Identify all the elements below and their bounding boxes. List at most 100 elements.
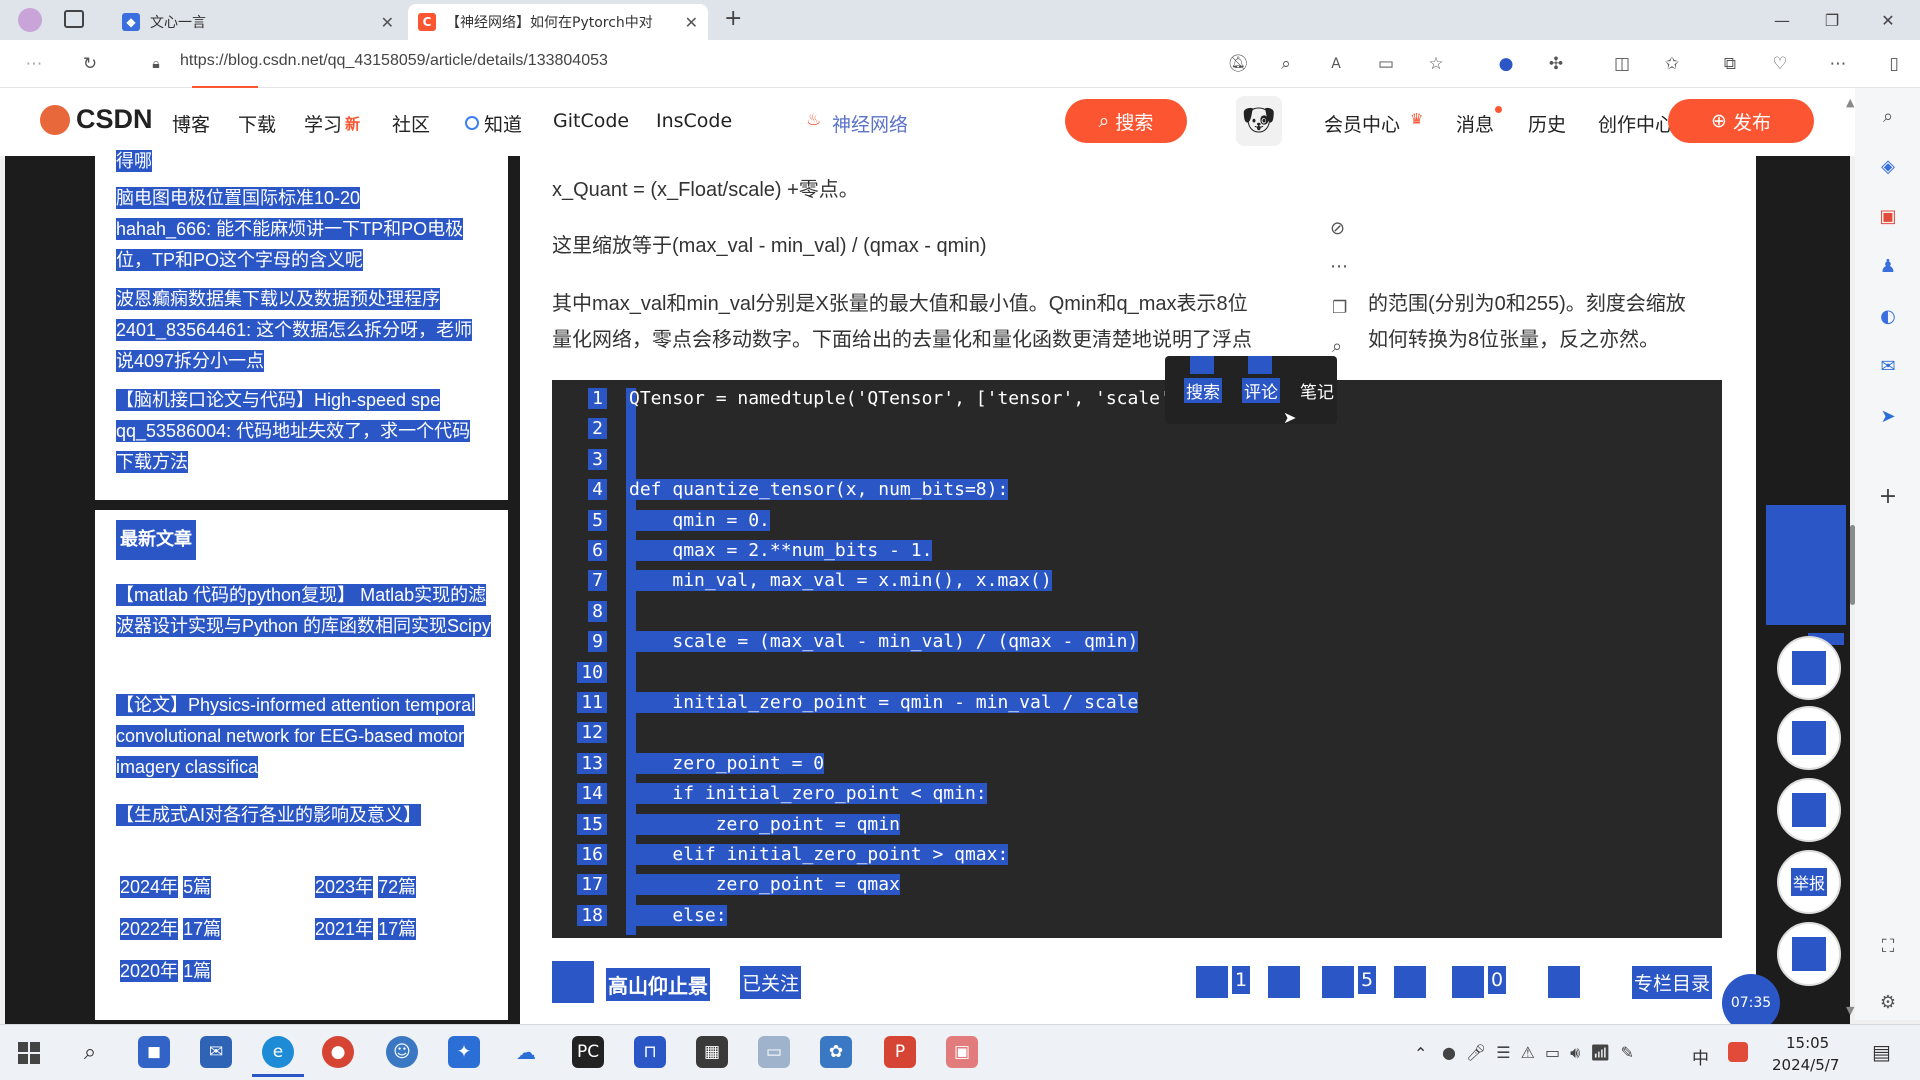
latest-article-link[interactable]: 【生成式AI对各行各业的影响及意义】 — [116, 800, 500, 831]
ime-indicator[interactable]: 中 — [1692, 1044, 1709, 1069]
edge-settings-icon[interactable]: ⚙ — [1876, 990, 1900, 1014]
app3-icon[interactable]: ✿ — [820, 1036, 852, 1068]
tab-wenxin[interactable]: ◆ 文心一言 ✕ — [112, 4, 404, 40]
hot-search-text[interactable]: 神经网络 — [832, 110, 908, 137]
favorite-icon[interactable]: ☆ — [1420, 48, 1452, 80]
close-icon[interactable]: ✕ — [381, 13, 394, 32]
sidebar-toggle-icon[interactable]: ▯ — [1878, 48, 1910, 80]
edge-add-icon[interactable]: + — [1876, 484, 1900, 509]
tray-chevron-icon[interactable]: ⌃ — [1414, 1044, 1427, 1063]
back-icon[interactable]: ⋯ — [18, 48, 50, 80]
hide-icon[interactable]: ⊘ — [1330, 218, 1345, 239]
mute-icon[interactable]: 🔕︎ — [1222, 48, 1254, 80]
puzzle-icon[interactable]: ✣ — [1540, 48, 1572, 80]
tab-csdn-article[interactable]: C 【神经网络】如何在Pytorch中对 ✕ — [408, 4, 708, 40]
latest-article-title[interactable]: 【论文】Physics-informed attention temporal … — [116, 694, 476, 778]
edge-send-icon[interactable]: ➤ — [1876, 404, 1900, 428]
favorites-bar-icon[interactable]: ✩ — [1656, 48, 1688, 80]
latest-article-link[interactable]: 【论文】Physics-informed attention temporal … — [116, 690, 480, 783]
chrome-icon[interactable]: ● — [322, 1036, 354, 1068]
author-name[interactable]: 高山仰止景 — [606, 968, 710, 1001]
nav-download[interactable]: 下载 — [238, 110, 276, 137]
photos-icon[interactable]: ▭ — [758, 1036, 790, 1068]
app-icon[interactable]: ☺ — [386, 1036, 418, 1068]
pycharm-icon[interactable]: PC — [572, 1036, 604, 1068]
archive-item[interactable]: 2021年 17篇 — [315, 914, 417, 945]
code-block[interactable]: 1 QTensor = namedtuple('QTensor', ['tenso… — [552, 380, 1722, 938]
comment-item[interactable]: 【脑机接口论文与代码】High-speed spe qq_53586004: 代… — [116, 385, 486, 478]
feishu-icon[interactable]: ✦ — [448, 1036, 480, 1068]
clock-date[interactable]: 2024/5/7 — [1772, 1056, 1839, 1074]
ppt-icon[interactable]: P — [884, 1036, 916, 1068]
latest-article-link[interactable]: 【matlab 代码的python复现】 Matlab实现的滤波器设计实现与Py… — [116, 580, 500, 642]
float-button[interactable] — [1777, 706, 1841, 770]
close-icon[interactable]: ✕ — [685, 13, 698, 32]
follow-button[interactable]: 已关注 — [740, 966, 802, 999]
nav-inscode[interactable]: InsCode — [656, 110, 732, 132]
edge-games-icon[interactable]: ♟ — [1876, 254, 1900, 278]
code-line[interactable]: zero_point = qmin — [629, 813, 900, 835]
app4-icon[interactable]: ▣ — [946, 1036, 978, 1068]
notification-icon[interactable]: ▤ — [1872, 1040, 1891, 1064]
code-line[interactable]: elif initial_zero_point > qmax: — [629, 844, 1009, 865]
latest-article-title[interactable]: 【matlab 代码的python复现】 Matlab实现的滤波器设计实现与Py… — [116, 584, 492, 637]
edge-screenshot-icon[interactable]: ⛶ — [1876, 934, 1900, 958]
code-line[interactable]: qmax = 2.**num_bits - 1. — [629, 540, 933, 561]
latest-article-title[interactable]: 【生成式AI对各行各业的影响及意义】 — [116, 804, 422, 826]
nav-messages[interactable]: 消息 — [1456, 110, 1494, 137]
comment-item[interactable]: 波恩癫痫数据集下载以及数据预处理程序 2401_83564461: 这个数据怎么… — [116, 284, 486, 377]
copy-icon[interactable]: ❐ — [1332, 298, 1347, 318]
immersive-reader-icon[interactable]: ▭ — [1370, 48, 1402, 80]
nav-history[interactable]: 历史 — [1528, 110, 1566, 137]
close-window-icon[interactable]: ✕ — [1868, 4, 1908, 36]
edge-search-icon[interactable]: ⌕ — [1876, 104, 1900, 128]
comment-article-title[interactable]: 【脑机接口论文与代码】High-speed spe — [116, 389, 441, 411]
calculator-icon[interactable]: ▦ — [696, 1036, 728, 1068]
code-line[interactable]: min_val, max_val = x.min(), x.max() — [629, 570, 1052, 592]
float-button[interactable] — [1777, 636, 1841, 700]
performance-icon[interactable]: ♡ — [1764, 48, 1796, 80]
nav-gitcode[interactable]: GitCode — [553, 110, 629, 132]
url-field[interactable]: https://blog.csdn.net/qq_43158059/articl… — [180, 52, 608, 70]
float-button[interactable] — [1777, 778, 1841, 842]
edge-copilot-icon[interactable]: ◐ — [1876, 304, 1900, 328]
split-screen-icon[interactable]: ◫ — [1606, 48, 1638, 80]
code-line[interactable]: qmin = 0. — [629, 509, 770, 531]
avatar[interactable]: 🐶︎ — [1236, 96, 1282, 146]
archive-item[interactable]: 2024年 5篇 — [120, 872, 212, 903]
edge-toolbox-icon[interactable]: ▣ — [1876, 204, 1900, 228]
nav-learn[interactable]: 学习 — [304, 110, 342, 137]
mail-icon[interactable]: ✉ — [200, 1036, 232, 1068]
catalog-button[interactable]: 专栏目录 — [1632, 966, 1713, 999]
taskbar-search-icon[interactable]: ⌕ — [74, 1036, 106, 1068]
new-tab-button[interactable]: + — [724, 6, 742, 31]
edge-scroll-down-icon[interactable]: ▼ — [1846, 1004, 1854, 1017]
reward-icon[interactable] — [1394, 966, 1426, 998]
more-menu-icon[interactable]: ⋯ — [1822, 48, 1854, 80]
refresh-icon[interactable]: ↻ — [74, 48, 106, 80]
share-icon[interactable] — [1548, 966, 1580, 998]
search-button[interactable]: ⌕ 搜索 — [1065, 99, 1187, 143]
code-line[interactable]: scale = (max_val - min_val) / (qmax - qm… — [629, 631, 1139, 653]
comment-icon[interactable] — [1452, 966, 1484, 998]
comment-article-title[interactable]: 波恩癫痫数据集下载以及数据预处理程序 — [116, 288, 440, 310]
edge-outlook-icon[interactable]: ✉ — [1876, 354, 1900, 378]
code-line[interactable]: initial_zero_point = qmin - min_val / sc… — [629, 692, 1139, 713]
float-button[interactable] — [1777, 922, 1841, 986]
code-line[interactable]: if initial_zero_point < qmin: — [629, 783, 987, 805]
find-icon[interactable]: ⌕ — [1332, 336, 1342, 357]
popup-note[interactable]: 笔记 — [1300, 378, 1334, 403]
edge-scroll-up-icon[interactable]: ▲ — [1846, 96, 1854, 109]
code-line[interactable]: zero_point = qmax — [629, 874, 900, 896]
code-line[interactable]: zero_point = 0 — [629, 752, 825, 774]
dislike-icon[interactable] — [1268, 966, 1300, 998]
report-button[interactable]: 举报 — [1777, 850, 1841, 914]
minimize-icon[interactable]: — — [1762, 4, 1802, 36]
clock-time[interactable]: 15:05 — [1786, 1034, 1829, 1052]
start-icon[interactable] — [18, 1042, 40, 1064]
restore-icon[interactable]: ❐ — [1812, 4, 1852, 36]
collections-icon[interactable]: ⧉ — [1714, 48, 1746, 80]
more-icon[interactable]: ⋯ — [1330, 256, 1348, 277]
extension-icon[interactable]: ● — [1490, 48, 1522, 80]
collect-icon[interactable] — [1322, 966, 1354, 998]
